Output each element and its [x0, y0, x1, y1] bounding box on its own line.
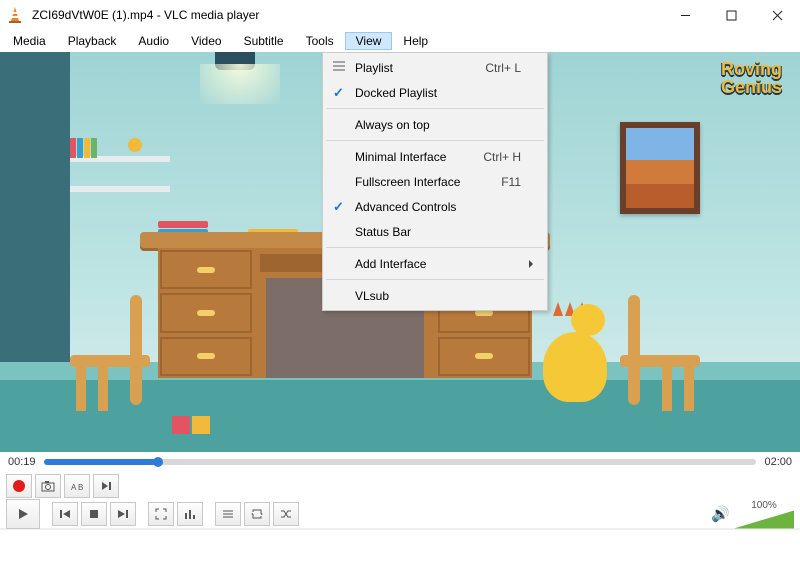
menu-video[interactable]: Video [180, 32, 232, 50]
menu-playback[interactable]: Playback [57, 32, 128, 50]
fullscreen-button[interactable] [148, 502, 174, 526]
shuffle-button[interactable] [273, 502, 299, 526]
menu-item-label: Fullscreen Interface [355, 175, 501, 189]
content-logo-line2: Genius [721, 78, 782, 96]
previous-button[interactable] [52, 502, 78, 526]
total-time[interactable]: 02:00 [764, 456, 792, 468]
advanced-controls-bar: AB [0, 472, 800, 500]
loop-ab-button[interactable]: AB [64, 474, 90, 498]
menu-item-label: Advanced Controls [355, 200, 521, 214]
scene-shelf [70, 138, 170, 192]
time-bar: 00:19 02:00 [0, 452, 800, 472]
svg-text:A: A [71, 483, 77, 492]
scene-block [192, 416, 210, 434]
volume-slider[interactable] [734, 511, 794, 529]
scene-lamp [200, 52, 270, 112]
main-controls-bar: 🔊 100% [0, 500, 800, 528]
title-bar: ZCI69dVtW0E (1).mp4 - VLC media player [0, 0, 800, 30]
equalizer-icon [183, 507, 197, 521]
record-icon [13, 480, 25, 492]
menu-bar: Media Playback Audio Video Subtitle Tool… [0, 30, 800, 52]
fullscreen-icon [154, 507, 168, 521]
extended-settings-button[interactable] [177, 502, 203, 526]
menu-item-minimal-interface[interactable]: Minimal Interface Ctrl+ H [325, 144, 545, 169]
bottom-border [0, 528, 800, 530]
check-icon: ✓ [333, 85, 344, 101]
menu-media[interactable]: Media [2, 32, 57, 50]
scene-dinosaur [535, 298, 625, 408]
loop-ab-icon: AB [70, 479, 84, 493]
elapsed-time[interactable]: 00:19 [8, 456, 36, 468]
playlist-icon [221, 507, 235, 521]
menu-item-label: Status Bar [355, 225, 521, 239]
scene-block [172, 416, 190, 434]
check-icon: ✓ [333, 199, 344, 215]
view-dropdown: Playlist Ctrl+ L ✓ Docked Playlist Alway… [322, 52, 548, 311]
maximize-button[interactable] [708, 0, 754, 30]
submenu-arrow-icon [529, 260, 537, 268]
scene-picture-frame [620, 122, 700, 214]
record-button[interactable] [6, 474, 32, 498]
svg-text:B: B [78, 483, 83, 492]
seek-slider[interactable] [44, 459, 757, 465]
seek-knob[interactable] [153, 457, 163, 467]
next-button[interactable] [110, 502, 136, 526]
frame-step-button[interactable] [93, 474, 119, 498]
stop-icon [87, 507, 101, 521]
menu-view[interactable]: View [345, 32, 393, 50]
loop-icon [250, 507, 264, 521]
menu-item-shortcut: Ctrl+ H [483, 150, 521, 164]
play-button[interactable] [6, 499, 40, 529]
content-logo: Roving Genius [721, 60, 782, 96]
menu-item-advanced-controls[interactable]: ✓ Advanced Controls [325, 194, 545, 219]
menu-item-always-on-top[interactable]: Always on top [325, 112, 545, 137]
menu-subtitle[interactable]: Subtitle [233, 32, 295, 50]
playlist-button[interactable] [215, 502, 241, 526]
volume-label: 100% [734, 500, 794, 511]
frame-step-icon [99, 479, 113, 493]
vlc-cone-icon [6, 6, 24, 24]
loop-button[interactable] [244, 502, 270, 526]
menu-item-vlsub[interactable]: VLsub [325, 283, 545, 308]
close-button[interactable] [754, 0, 800, 30]
menu-separator [326, 247, 544, 248]
menu-item-label: Docked Playlist [355, 86, 521, 100]
content-logo-line1: Roving [721, 60, 782, 78]
menu-item-label: VLsub [355, 289, 521, 303]
stop-button[interactable] [81, 502, 107, 526]
shuffle-icon [279, 507, 293, 521]
video-area[interactable]: Roving Genius Playlist Ctrl+ L ✓ Docked … [0, 52, 800, 452]
menu-item-label: Playlist [355, 61, 485, 75]
menu-separator [326, 108, 544, 109]
menu-item-label: Add Interface [355, 257, 521, 271]
window-title: ZCI69dVtW0E (1).mp4 - VLC media player [32, 8, 259, 22]
menu-item-add-interface[interactable]: Add Interface [325, 251, 545, 276]
menu-item-label: Always on top [355, 118, 521, 132]
menu-separator [326, 279, 544, 280]
play-icon [16, 507, 30, 521]
menu-help[interactable]: Help [392, 32, 439, 50]
menu-item-status-bar[interactable]: Status Bar [325, 219, 545, 244]
seek-progress [44, 459, 158, 465]
menu-item-label: Minimal Interface [355, 150, 483, 164]
menu-item-playlist[interactable]: Playlist Ctrl+ L [325, 55, 545, 80]
minimize-button[interactable] [662, 0, 708, 30]
skip-forward-icon [116, 507, 130, 521]
playlist-icon [332, 60, 346, 75]
menu-item-shortcut: Ctrl+ L [485, 61, 521, 75]
camera-icon [41, 479, 55, 493]
skip-back-icon [58, 507, 72, 521]
menu-item-shortcut: F11 [501, 175, 521, 189]
menu-separator [326, 140, 544, 141]
snapshot-button[interactable] [35, 474, 61, 498]
menu-tools[interactable]: Tools [295, 32, 345, 50]
menu-audio[interactable]: Audio [127, 32, 180, 50]
menu-item-fullscreen-interface[interactable]: Fullscreen Interface F11 [325, 169, 545, 194]
menu-item-docked-playlist[interactable]: ✓ Docked Playlist [325, 80, 545, 105]
speaker-icon[interactable]: 🔊 [711, 505, 730, 523]
volume-control: 🔊 100% [711, 500, 794, 529]
